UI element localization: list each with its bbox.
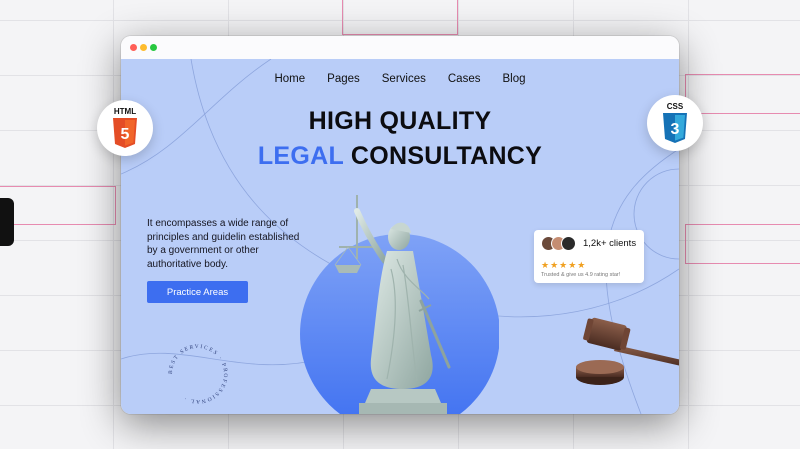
- headline-line-1: HIGH QUALITY: [308, 107, 492, 135]
- css3-badge: CSS 3: [647, 95, 703, 151]
- html5-label: HTML: [113, 107, 137, 116]
- rating-stars-icon: ★★★★★: [541, 260, 587, 270]
- services-stamp: BEST SERVICES · PROFESSIONAL ·: [168, 344, 228, 404]
- clients-card: 1,2k+ clients ★★★★★ Trusted & give us 4.…: [534, 230, 644, 283]
- browser-titlebar: [121, 36, 679, 60]
- css3-icon: 3: [663, 113, 687, 143]
- practice-areas-button[interactable]: Practice Areas: [147, 281, 248, 303]
- svg-text:BEST SERVICES · PROFESSIONAL ·: BEST SERVICES · PROFESSIONAL ·: [168, 344, 228, 404]
- headline-accent: LEGAL: [257, 142, 344, 170]
- close-dot[interactable]: [130, 44, 137, 51]
- nav-item-home[interactable]: Home: [274, 73, 305, 85]
- browser-window: Home Pages Services Cases Blog HIGH QUAL…: [121, 36, 679, 414]
- background-highlight: [342, 0, 458, 35]
- nav-item-blog[interactable]: Blog: [502, 73, 525, 85]
- nav-item-pages[interactable]: Pages: [327, 73, 360, 85]
- css3-number: 3: [671, 121, 680, 138]
- statue-of-justice-image: [300, 195, 499, 414]
- main-nav: Home Pages Services Cases Blog: [121, 73, 679, 85]
- css3-label: CSS: [666, 102, 684, 111]
- background-decoration: [0, 198, 14, 246]
- background-highlight: [0, 186, 116, 225]
- maximize-dot[interactable]: [150, 44, 157, 51]
- html5-badge: HTML 5: [97, 100, 153, 156]
- nav-item-cases[interactable]: Cases: [448, 73, 481, 85]
- background-highlight: [685, 224, 800, 264]
- headline-line-2: LEGAL CONSULTANCY: [121, 142, 679, 171]
- website-hero: Home Pages Services Cases Blog HIGH QUAL…: [121, 59, 679, 414]
- client-avatar: [561, 236, 576, 251]
- rating-text: Trusted & give us 4.9 rating star!: [541, 272, 621, 278]
- clients-count: 1,2k+ clients: [583, 238, 637, 249]
- gavel-image: [576, 317, 679, 385]
- html5-icon: 5: [113, 118, 137, 148]
- headline-rest: CONSULTANCY: [343, 142, 543, 170]
- hero-description: It encompasses a wide range of principle…: [147, 218, 300, 270]
- minimize-dot[interactable]: [140, 44, 147, 51]
- nav-item-services[interactable]: Services: [382, 73, 426, 85]
- stamp-text: BEST SERVICES · PROFESSIONAL ·: [168, 344, 227, 404]
- html5-number: 5: [121, 126, 130, 143]
